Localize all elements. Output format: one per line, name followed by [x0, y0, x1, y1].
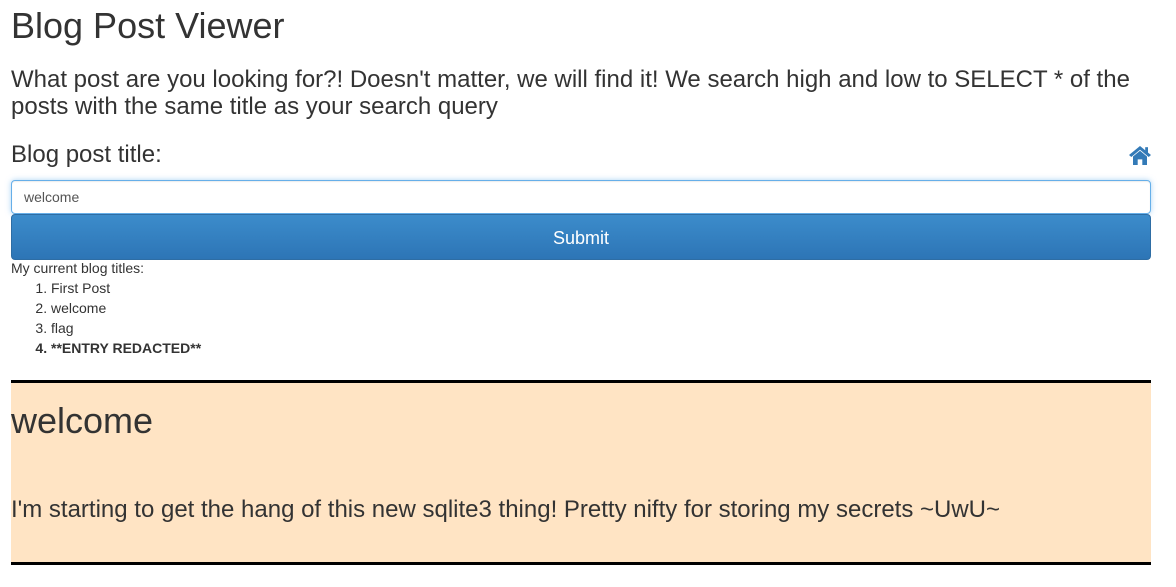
blog-post-result: welcome I'm starting to get the hang of … [11, 380, 1151, 565]
post-title: welcome [11, 400, 154, 441]
blog-title-item: First Post [51, 278, 201, 298]
blog-title-item: flag [51, 318, 201, 338]
blog-title-item-redacted: **ENTRY REDACTED** [51, 338, 201, 358]
blog-titles-list: First Post welcome flag **ENTRY REDACTED… [11, 278, 201, 358]
page-intro: What post are you looking for?! Doesn't … [11, 66, 1130, 120]
home-button[interactable] [1128, 144, 1152, 166]
submit-button[interactable]: Submit [11, 214, 1151, 260]
blog-title-item: welcome [51, 298, 201, 318]
blog-titles-caption: My current blog titles: [11, 260, 145, 276]
post-body: I'm starting to get the hang of this new… [11, 496, 1001, 523]
blog-post-viewer-page: Blog Post Viewer What post are you looki… [0, 0, 1176, 587]
home-icon [1129, 146, 1151, 165]
blog-post-title-label: Blog post title: [11, 141, 162, 168]
blog-post-title-input[interactable] [11, 180, 1151, 214]
page-title: Blog Post Viewer [11, 5, 285, 46]
